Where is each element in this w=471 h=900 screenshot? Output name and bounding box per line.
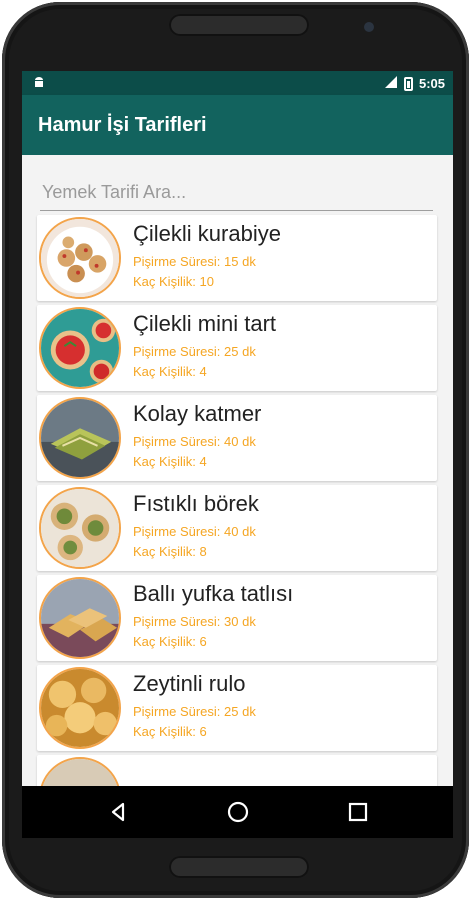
recipe-name: Çilekli kurabiye — [133, 221, 281, 246]
clock: 5:05 — [418, 76, 445, 91]
back-icon[interactable] — [106, 800, 130, 824]
search-input[interactable] — [40, 175, 433, 211]
servings: Kaç Kişilik: 6 — [133, 634, 207, 649]
battery-icon — [403, 76, 413, 91]
list-item[interactable]: Çilekli mini tart Pişirme Süresi: 25 dk … — [37, 305, 437, 391]
cook-time-label: Pişirme Süresi: — [133, 524, 221, 539]
recipe-content: Çilekli kurabiye Pişirme Süresi: 15 dk K… — [22, 155, 453, 838]
front-camera — [364, 22, 374, 32]
cook-time: Pişirme Süresi: 25 dk — [133, 704, 256, 719]
recipe-image-borek — [39, 487, 121, 569]
cook-time-value: 25 dk — [224, 704, 256, 719]
servings-label: Kaç Kişilik: — [133, 364, 196, 379]
cook-time: Pişirme Süresi: 25 dk — [133, 344, 256, 359]
servings-value: 6 — [199, 724, 207, 739]
servings: Kaç Kişilik: 6 — [133, 724, 207, 739]
cook-time-value: 30 dk — [224, 614, 256, 629]
servings-label: Kaç Kişilik: — [133, 544, 196, 559]
cook-time-label: Pişirme Süresi: — [133, 704, 221, 719]
servings-label: Kaç Kişilik: — [133, 454, 196, 469]
recipe-name: Kolay katmer — [133, 401, 262, 426]
servings: Kaç Kişilik: 4 — [133, 364, 207, 379]
recents-icon[interactable] — [346, 800, 370, 824]
list-item[interactable]: Zeytinli rulo Pişirme Süresi: 25 dk Kaç … — [37, 665, 437, 751]
cook-time-value: 40 dk — [224, 524, 256, 539]
servings-value: 6 — [199, 634, 207, 649]
cook-time-value: 40 dk — [224, 434, 256, 449]
recipe-image-mini-tart — [39, 307, 121, 389]
servings-label: Kaç Kişilik: — [133, 724, 196, 739]
recipe-name: Zeytinli rulo — [133, 671, 246, 696]
home-icon[interactable] — [226, 800, 250, 824]
recipe-image-cookies — [39, 217, 121, 299]
list-item[interactable]: Kolay katmer Pişirme Süresi: 40 dk Kaç K… — [37, 395, 437, 481]
recipe-list: Çilekli kurabiye Pişirme Süresi: 15 dk K… — [37, 215, 437, 838]
recipe-name: Ballı yufka tatlısı — [133, 581, 294, 606]
servings-label: Kaç Kişilik: — [133, 634, 196, 649]
signal-icon — [384, 75, 398, 92]
cook-time-value: 15 dk — [224, 254, 256, 269]
cook-time: Pişirme Süresi: 40 dk — [133, 524, 256, 539]
cook-time: Pişirme Süresi: 15 dk — [133, 254, 256, 269]
speaker-grill — [169, 856, 309, 878]
recipe-image-yufka — [39, 577, 121, 659]
servings-value: 8 — [199, 544, 207, 559]
app-title: Hamur İşi Tarifleri — [38, 114, 207, 136]
cook-time: Pişirme Süresi: 40 dk — [133, 434, 256, 449]
list-item[interactable]: Ballı yufka tatlısı Pişirme Süresi: 30 d… — [37, 575, 437, 661]
cook-time-label: Pişirme Süresi: — [133, 254, 221, 269]
phone-frame: 5:05 Hamur İşi Tarifleri Yemek Tarifi Ar… — [2, 2, 469, 898]
servings: Kaç Kişilik: 10 — [133, 274, 214, 289]
servings-value: 10 — [199, 274, 214, 289]
cook-time-label: Pişirme Süresi: — [133, 614, 221, 629]
speaker-grill — [169, 14, 309, 36]
list-item[interactable]: Çilekli kurabiye Pişirme Süresi: 15 dk K… — [37, 215, 437, 301]
app-bar: Hamur İşi Tarifleri — [22, 95, 453, 155]
servings-value: 4 — [199, 364, 207, 379]
recipe-name: Çilekli mini tart — [133, 311, 277, 336]
recipe-name: Fıstıklı börek — [133, 491, 259, 516]
list-item[interactable]: Fıstıklı börek Pişirme Süresi: 40 dk Kaç… — [37, 485, 437, 571]
cook-time-value: 25 dk — [224, 344, 256, 359]
recipe-image-rulo — [39, 667, 121, 749]
servings: Kaç Kişilik: 4 — [133, 454, 207, 469]
cook-time: Pişirme Süresi: 30 dk — [133, 614, 256, 629]
cook-time-label: Pişirme Süresi: — [133, 434, 221, 449]
recipe-image-katmer — [39, 397, 121, 479]
android-icon — [32, 75, 46, 92]
screen: 5:05 Hamur İşi Tarifleri Yemek Tarifi Ar… — [22, 71, 453, 838]
servings-label: Kaç Kişilik: — [133, 274, 196, 289]
status-bar: 5:05 — [22, 71, 453, 95]
cook-time-label: Pişirme Süresi: — [133, 344, 221, 359]
navigation-bar — [22, 786, 453, 838]
servings-value: 4 — [199, 454, 207, 469]
servings: Kaç Kişilik: 8 — [133, 544, 207, 559]
